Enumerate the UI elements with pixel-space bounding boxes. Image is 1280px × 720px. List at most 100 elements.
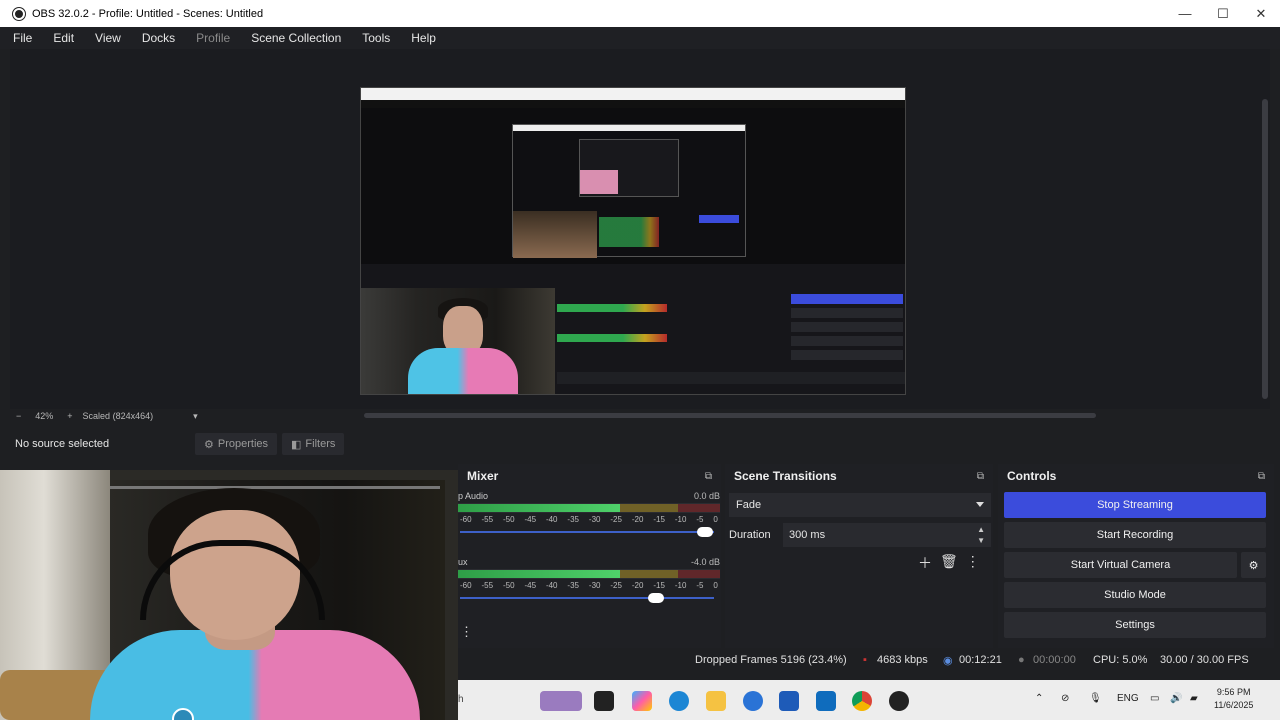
volume-meter [458,569,720,579]
monitor-icon[interactable]: ▭ [1150,693,1159,704]
menu-tools[interactable]: Tools [349,31,398,45]
properties-label: Properties [217,438,269,450]
close-button[interactable]: ✕ [1242,6,1280,22]
transition-select[interactable]: Fade [729,493,991,517]
scale-tick: -45 [524,515,537,524]
clock-date: 11/6/2025 [1214,700,1254,710]
task-view-icon[interactable] [594,691,614,711]
volume-slider[interactable] [458,526,720,538]
menu-profile[interactable]: Profile [183,31,238,45]
scale-tick: -10 [674,581,687,590]
mixer-track: ux -4.0 dB -60 -55 -50 -45 -40 -35 -30 -25 -20 -1… [458,557,720,604]
cpu-usage: CPU: 5.0% [1093,654,1148,666]
track-db: 0.0 dB [693,491,720,501]
scale-tick: -30 [588,581,601,590]
speaker-icon[interactable]: 🔊 [1170,693,1182,704]
obs-taskbar-icon[interactable] [889,691,909,711]
menu-view[interactable]: View [82,31,129,45]
horizontal-scrollbar[interactable] [364,413,1096,418]
scale-tick: -55 [481,515,494,524]
minimize-button[interactable]: — [1166,6,1204,21]
more-icon[interactable]: ⋮ [966,553,980,573]
transition-value: Fade [736,499,762,511]
scale-tick: 0 [713,581,718,590]
scale-tick: -25 [610,581,622,590]
meter-scale: -60 -55 -50 -45 -40 -35 -30 -25 -20 -15 -10 -5 0 [458,515,720,524]
file-explorer-icon[interactable] [706,691,726,711]
menu-docks[interactable]: Docks [129,31,183,45]
scale-dropdown-icon[interactable]: ▾ [193,411,198,422]
record-icon: ● [1018,654,1025,666]
popout-icon[interactable]: ⧉ [1258,471,1265,482]
properties-button[interactable]: ⚙ Properties [195,433,278,455]
chevron-up-icon[interactable]: ⌃ [1035,693,1043,704]
duration-input[interactable]: 300 ms ▲ ▼ [783,523,991,547]
track-name: p Audio [458,491,489,501]
popout-icon[interactable]: ⧉ [977,471,984,482]
spin-arrows-icon[interactable]: ▲ ▼ [977,524,985,546]
zoom-out-button[interactable]: − [16,411,21,421]
outlook-icon[interactable] [816,691,836,711]
chevron-down-icon [976,502,984,507]
scale-tick: -60 [460,581,472,590]
clock-time: 9:56 PM [1216,687,1251,697]
maximize-button[interactable]: ☐ [1204,6,1242,22]
source-toolbar: No source selected ⚙ Properties ◧ Filter… [0,432,1280,456]
copilot-icon[interactable] [632,691,652,711]
track-name: ux [458,557,468,567]
menu-edit[interactable]: Edit [40,31,82,45]
edge-icon[interactable] [669,691,689,711]
scale-tick: -15 [653,515,665,524]
battery-icon[interactable]: ▰ [1190,693,1198,704]
scale-tick: -35 [567,581,579,590]
zoom-level: 42% [35,411,54,421]
widgets-icon[interactable] [540,691,582,711]
zoom-in-button[interactable]: + [67,411,72,421]
mixer-menu-icon[interactable]: ⋮ [460,624,473,640]
filters-button[interactable]: ◧ Filters [282,433,345,455]
settings-button[interactable]: Settings [1004,612,1266,638]
start-recording-button[interactable]: Start Recording [1004,522,1266,548]
trash-icon[interactable]: 🗑 [940,553,958,573]
obs-logo-icon [13,7,25,20]
scale-tick: -45 [524,581,537,590]
popout-icon[interactable]: ⧉ [705,471,712,482]
clock[interactable]: 9:56 PM 11/6/2025 [1214,686,1253,712]
window-title: OBS 32.0.2 - Profile: Untitled - Scenes:… [32,7,264,20]
mixer-title: Mixer [467,469,499,483]
duration-label: Duration [729,529,771,541]
gear-icon: ⚙ [204,438,214,451]
studio-mode-button[interactable]: Studio Mode [1004,582,1266,608]
bitrate: 4683 kbps [877,654,928,666]
scale-tick: -30 [588,515,601,524]
stop-streaming-button[interactable]: Stop Streaming [1004,492,1266,518]
filters-icon: ◧ [291,438,302,451]
vertical-scrollbar[interactable] [1262,99,1268,399]
search-box[interactable]: h [458,694,464,705]
scale-tick: -40 [545,515,558,524]
app-icon[interactable] [743,691,763,711]
menu-help[interactable]: Help [398,31,444,45]
webcam-overlay [0,470,458,720]
start-virtual-camera-button[interactable]: Start Virtual Camera [1004,552,1237,578]
scale-tick: -5 [696,581,704,590]
transitions-title: Scene Transitions [734,469,837,483]
preview-canvas[interactable] [10,49,1270,409]
chrome-icon[interactable] [852,691,872,711]
virtual-camera-settings-button[interactable]: ⚙ [1241,552,1266,578]
microphone-icon[interactable]: 🎙 [1089,693,1102,704]
duration-value: 300 ms [789,529,826,541]
scale-tick: -40 [545,581,558,590]
menu-file[interactable]: File [0,31,40,45]
source-status: No source selected [15,438,110,450]
track-db: -4.0 dB [690,557,720,567]
store-icon[interactable] [779,691,799,711]
app-tray-icon[interactable]: ⊘ [1061,693,1069,704]
volume-slider[interactable] [458,592,720,604]
menu-scene-collection[interactable]: Scene Collection [238,31,349,45]
language-indicator[interactable]: ENG [1117,693,1139,704]
preview-image [360,87,906,395]
meter-scale: -60 -55 -50 -45 -40 -35 -30 -25 -20 -15 -10 -5 0 [458,581,720,590]
title-bar: OBS 32.0.2 - Profile: Untitled - Scenes:… [0,0,1280,27]
add-icon[interactable]: ＋ [918,553,932,573]
